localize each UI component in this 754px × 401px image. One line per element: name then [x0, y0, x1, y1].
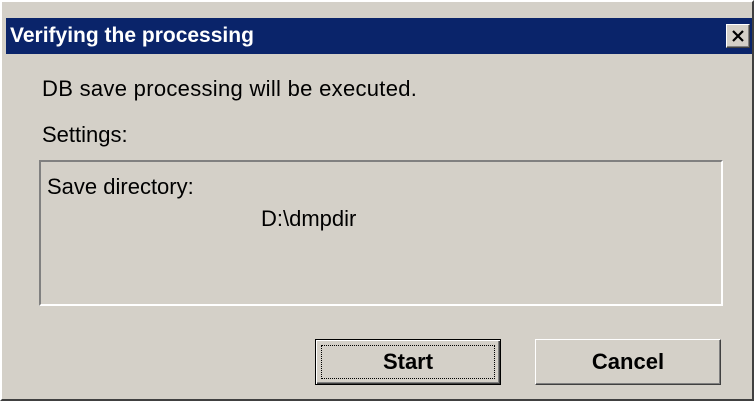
save-directory-label: Save directory:: [47, 174, 194, 199]
confirmation-message: DB save processing will be executed.: [42, 76, 418, 101]
settings-panel: Save directory: D:\dmpdir: [39, 160, 723, 306]
cancel-button-label: Cancel: [591, 349, 665, 374]
close-icon: [732, 30, 744, 42]
settings-label: Settings:: [42, 122, 128, 147]
start-button-label: Start: [382, 349, 434, 374]
confirm-dialog: Verifying the processing DB save process…: [0, 0, 754, 401]
cancel-button[interactable]: Cancel: [535, 339, 721, 385]
start-button[interactable]: Start: [315, 339, 501, 385]
close-button[interactable]: [726, 24, 750, 48]
dialog-title: Verifying the processing: [10, 24, 254, 47]
title-bar[interactable]: Verifying the processing: [6, 18, 752, 54]
save-directory-value: D:\dmpdir: [261, 206, 357, 231]
